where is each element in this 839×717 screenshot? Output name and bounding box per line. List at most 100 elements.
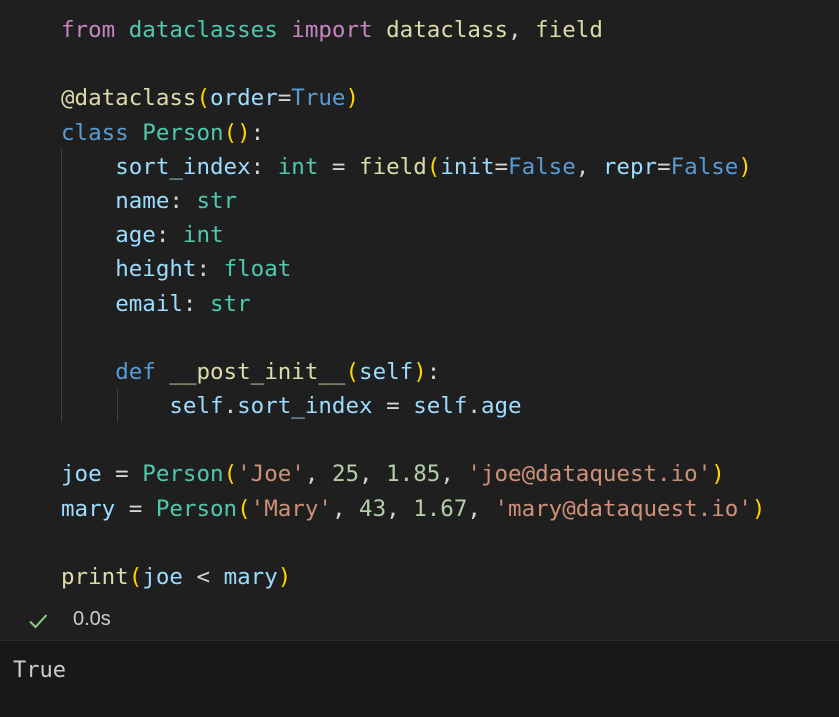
code-line[interactable]: joe = Person('Joe', 25, 1.85, 'joe@dataq…: [61, 457, 765, 491]
code-line[interactable]: [61, 321, 765, 355]
code-token: ): [345, 85, 360, 112]
code-line[interactable]: name: str: [61, 184, 765, 218]
code-token: 1.85: [386, 461, 441, 488]
code-token: :: [182, 290, 211, 317]
code-token: name: [115, 187, 170, 214]
code-token: (: [426, 153, 441, 180]
code-token: init: [440, 153, 495, 180]
code-line[interactable]: [61, 423, 765, 457]
code-token: sort_index: [237, 393, 373, 420]
code-token: ): [738, 153, 752, 180]
execution-status: 0.0s: [0, 601, 839, 639]
code-line[interactable]: print(joe < mary): [61, 560, 765, 594]
code-line[interactable]: age: int: [61, 218, 765, 252]
execution-time: 0.0s: [73, 608, 111, 630]
code-token: Person: [142, 119, 224, 146]
code-token: dataclasses: [128, 17, 278, 43]
code-token: sort_index: [115, 153, 251, 180]
cell-output: True: [0, 640, 839, 717]
code-token: import: [291, 17, 373, 43]
code-token: @: [61, 85, 75, 112]
code-line[interactable]: mary = Person('Mary', 43, 1.67, 'mary@da…: [61, 492, 765, 526]
code-token: def: [115, 358, 156, 385]
code-token: (: [237, 495, 251, 522]
code-line[interactable]: email: str: [61, 287, 765, 321]
code-token: =: [372, 393, 414, 420]
code-token: :: [250, 119, 265, 146]
code-token: Person: [155, 495, 238, 522]
code-cell[interactable]: from dataclasses import dataclass, field…: [0, 0, 839, 640]
output-text: True: [13, 658, 66, 683]
code-token: joe: [61, 461, 102, 488]
code-token: (: [223, 119, 238, 146]
code-token: from: [61, 17, 116, 43]
code-token: age: [115, 222, 156, 249]
code-line[interactable]: height: float: [61, 252, 765, 286]
code-token: 25: [331, 461, 360, 488]
code-token: joe: [142, 564, 183, 590]
code-line[interactable]: def __post_init__(self):: [61, 355, 765, 389]
code-token: (: [345, 358, 360, 385]
code-token: dataclass: [386, 17, 509, 43]
code-token: int: [182, 222, 224, 249]
code-token: repr: [602, 153, 658, 180]
code-token: self: [413, 393, 468, 420]
code-line[interactable]: [61, 526, 765, 560]
code-token: field: [535, 17, 603, 43]
code-token: 43: [359, 495, 387, 522]
code-token: .: [223, 393, 238, 420]
code-token: float: [223, 256, 292, 283]
code-token: :: [426, 358, 441, 385]
code-token: mary: [223, 564, 278, 590]
code-token: ): [751, 495, 766, 522]
code-token: class: [61, 119, 129, 146]
code-token: :: [196, 256, 224, 283]
code-token: 1.67: [413, 495, 468, 522]
code-token: mary: [61, 495, 116, 522]
code-token: ,: [467, 495, 495, 522]
code-line[interactable]: self.sort_index = self.age: [61, 389, 765, 423]
code-token: ,: [359, 461, 387, 488]
code-token: (: [223, 461, 238, 488]
code-token: :: [169, 187, 197, 214]
code-token: ): [277, 564, 292, 590]
code-token: =: [657, 153, 671, 180]
code-token: str: [196, 187, 238, 214]
code-token: order: [210, 85, 278, 112]
code-token: .: [467, 393, 481, 420]
code-token: 'Joe': [237, 461, 305, 488]
check-icon: [29, 614, 48, 629]
code-token: 'mary@dataquest.io': [494, 495, 752, 522]
code-line[interactable]: from dataclasses import dataclass, field: [61, 13, 765, 47]
code-token: (: [196, 85, 211, 112]
code-token: print: [61, 564, 129, 590]
code-token: =: [494, 153, 509, 180]
code-line[interactable]: @dataclass(order=True): [61, 81, 765, 115]
code-token: 'Mary': [250, 495, 332, 522]
code-token: ,: [304, 461, 332, 488]
code-token: =: [277, 85, 292, 112]
code-token: :: [250, 153, 278, 180]
code-token: False: [508, 153, 576, 180]
code-token: int: [277, 153, 319, 180]
code-token: (: [128, 564, 143, 590]
code-token: field: [359, 153, 427, 180]
code-token: self: [169, 393, 224, 420]
code-line[interactable]: [61, 47, 765, 81]
code-editor[interactable]: from dataclasses import dataclass, field…: [61, 13, 765, 594]
code-token: 'joe@dataquest.io': [467, 461, 712, 488]
code-token: =: [115, 495, 156, 522]
code-token: True: [291, 85, 346, 112]
code-token: dataclass: [74, 85, 197, 112]
code-line[interactable]: sort_index: int = field(init=False, repr…: [61, 150, 765, 184]
code-line[interactable]: class Person():: [61, 116, 765, 150]
